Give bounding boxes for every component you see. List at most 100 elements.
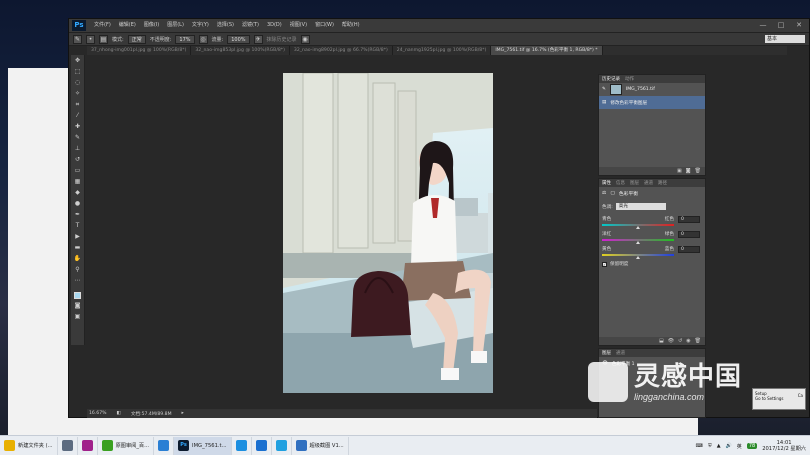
workspace-select[interactable]: 基本: [765, 35, 805, 43]
document-tab[interactable]: 32_nao-img8902pl.jpg @ 66.7%(RGB/8*): [290, 46, 393, 55]
toggle-visibility-icon[interactable]: ◉: [686, 338, 690, 344]
tab-history[interactable]: 历史记录: [602, 76, 620, 82]
mask-icon[interactable]: ▢: [610, 191, 615, 196]
taskbar-item[interactable]: [58, 436, 78, 455]
properties-tab[interactable]: 通道: [644, 180, 653, 186]
pen-tool-icon[interactable]: ✒: [73, 211, 82, 219]
move-tool-icon[interactable]: ✥: [73, 57, 82, 65]
delete-adjustment-icon[interactable]: 🗑: [695, 338, 701, 344]
tray-badge[interactable]: 78: [746, 443, 758, 449]
volume-icon[interactable]: 🔊: [726, 443, 732, 449]
erase-history-label[interactable]: 抹除历史记录: [267, 36, 297, 43]
slider-track[interactable]: [602, 224, 674, 229]
clip-to-layer-icon[interactable]: ⬓: [659, 338, 664, 344]
stamp-tool-icon[interactable]: ⊥: [73, 145, 82, 153]
canvas-area[interactable]: [87, 55, 597, 409]
slider-track[interactable]: [602, 239, 674, 244]
minimize-icon[interactable]: —: [757, 19, 769, 32]
network-icon[interactable]: ▲: [717, 443, 721, 449]
dialog-cancel-button[interactable]: Ca: [798, 393, 803, 398]
menu-item[interactable]: 3D(D): [263, 19, 286, 32]
taskbar-item[interactable]: 新建文件夹 (...: [0, 436, 58, 455]
taskbar-item[interactable]: [272, 436, 292, 455]
slider-track[interactable]: [602, 254, 674, 259]
clock[interactable]: 14:01 2017/12/2 星期六: [762, 440, 806, 452]
new-document-icon[interactable]: ▣: [677, 168, 682, 174]
type-tool-icon[interactable]: T: [73, 222, 82, 230]
shape-tool-icon[interactable]: ▬: [73, 244, 82, 252]
maximize-icon[interactable]: □: [775, 19, 787, 32]
airbrush-icon[interactable]: ✈: [253, 34, 263, 44]
screen-mode-icon[interactable]: ▣: [73, 313, 82, 321]
document-tab[interactable]: 24_nanmg1925pl.jpg @ 100%(RGB/8*): [393, 46, 492, 55]
taskbar-item[interactable]: 超级截图 V1...: [292, 436, 349, 455]
history-brush-tool-icon[interactable]: ↺: [73, 156, 82, 164]
more-tools-icon[interactable]: ⋯: [73, 277, 82, 285]
quick-mask-icon[interactable]: ◙: [73, 302, 82, 310]
history-step-row[interactable]: ▤ 修改色彩平衡图层: [599, 96, 705, 109]
preserve-luminosity-row[interactable]: ✓ 保留明度: [602, 261, 702, 267]
properties-tab[interactable]: 属性: [602, 180, 611, 186]
reset-icon[interactable]: ↺: [678, 338, 682, 344]
visibility-icon[interactable]: 👁: [668, 338, 674, 344]
menu-item[interactable]: 文字(Y): [188, 19, 213, 32]
document-tab[interactable]: 37_nhong-img001pl.jpg @ 100%(RGB/8*): [87, 46, 192, 55]
menu-item[interactable]: 文件(F): [90, 19, 115, 32]
brush-size-icon[interactable]: •: [86, 34, 95, 44]
slider-thumb[interactable]: [636, 256, 640, 259]
quick-select-tool-icon[interactable]: ✧: [73, 90, 82, 98]
menu-item[interactable]: 图像(I): [140, 19, 163, 32]
blur-tool-icon[interactable]: ◆: [73, 189, 82, 197]
trash-icon[interactable]: 🗑: [695, 168, 701, 174]
document-tab[interactable]: 32_nao-img853pl.jpg @ 100%(RGB/8*): [191, 46, 290, 55]
flow-input[interactable]: 100%: [227, 34, 250, 44]
pressure-opacity-icon[interactable]: ◎: [198, 34, 208, 44]
path-select-tool-icon[interactable]: ▶: [73, 233, 82, 241]
hand-tool-icon[interactable]: ✋: [73, 255, 82, 263]
menu-item[interactable]: 窗口(W): [311, 19, 338, 32]
menu-item[interactable]: 图层(L): [163, 19, 188, 32]
taskbar-item[interactable]: [252, 436, 272, 455]
crop-tool-icon[interactable]: ⌗: [73, 101, 82, 109]
taskbar-item[interactable]: [154, 436, 175, 455]
lasso-tool-icon[interactable]: ◌: [73, 79, 82, 87]
slider-thumb[interactable]: [636, 241, 640, 244]
shield-icon[interactable]: ⛨: [708, 443, 712, 449]
pressure-size-icon[interactable]: ◉: [300, 34, 310, 44]
taskbar-item[interactable]: [78, 436, 98, 455]
taskbar-item[interactable]: [232, 436, 252, 455]
opacity-input[interactable]: 17%: [175, 34, 195, 44]
mode-select[interactable]: 正常: [127, 34, 146, 44]
menu-item[interactable]: 视图(V): [286, 19, 311, 32]
foreground-color-swatch[interactable]: [74, 292, 81, 299]
slider-value-input[interactable]: 0: [678, 231, 700, 238]
history-snapshot-row[interactable]: ✎ IMG_7561.tif: [599, 83, 705, 96]
menu-item[interactable]: 滤镜(T): [238, 19, 263, 32]
tab-actions[interactable]: 动作: [625, 76, 634, 82]
menu-item[interactable]: 帮助(H): [338, 19, 364, 32]
taskbar-item[interactable]: Ps IMG_7561.t...: [174, 436, 232, 455]
eyedropper-tool-icon[interactable]: ⁄: [73, 112, 82, 120]
status-menu-icon[interactable]: ▸: [182, 411, 184, 416]
zoom-tool-icon[interactable]: ⚲: [73, 266, 82, 274]
slider-value-input[interactable]: 0: [678, 216, 700, 223]
properties-tab[interactable]: 路径: [658, 180, 667, 186]
properties-tab[interactable]: 图层: [630, 180, 639, 186]
menu-item[interactable]: 编辑(E): [115, 19, 140, 32]
input-language[interactable]: 英: [737, 443, 742, 450]
taskbar-item[interactable]: 原图审阅_百...: [98, 436, 155, 455]
close-icon[interactable]: ✕: [793, 19, 805, 32]
history-brush-source-icon[interactable]: ✎: [602, 87, 606, 92]
zoom-readout[interactable]: 16.67%: [89, 411, 107, 416]
dodge-tool-icon[interactable]: ●: [73, 200, 82, 208]
slider-thumb[interactable]: [636, 226, 640, 229]
history-brush-icon[interactable]: ✎: [73, 34, 82, 44]
tone-select[interactable]: 高光: [615, 203, 666, 210]
preserve-luminosity-checkbox[interactable]: ✓: [602, 261, 607, 267]
document-tab[interactable]: IMG_7561.tif @ 16.7% (色彩平衡 1, RGB/8*) *: [491, 46, 603, 55]
menu-item[interactable]: 选择(S): [213, 19, 238, 32]
keyboard-icon[interactable]: ⌨: [696, 443, 703, 449]
healing-tool-icon[interactable]: ✚: [73, 123, 82, 131]
slider-value-input[interactable]: 0: [678, 246, 700, 253]
brush-tool-icon[interactable]: ✎: [73, 134, 82, 142]
